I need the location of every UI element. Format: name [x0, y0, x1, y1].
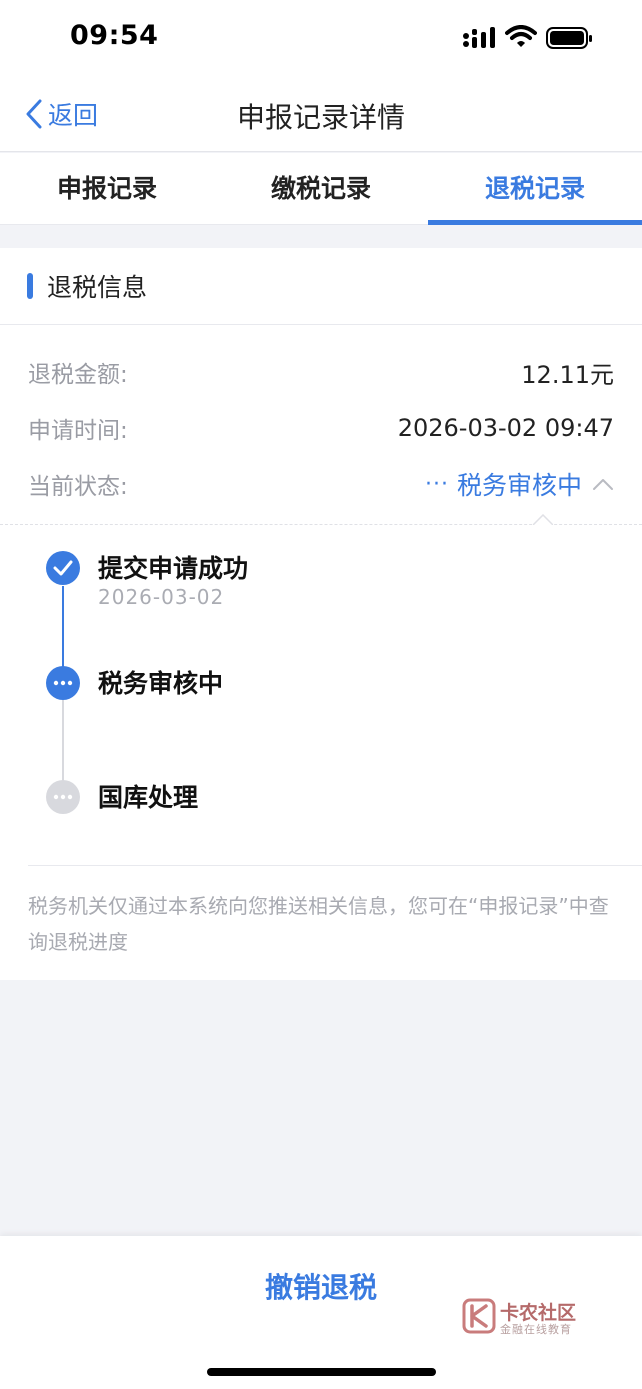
refund-amount-label: 退税金额: — [28, 362, 128, 388]
page-title: 申报记录详情 — [236, 101, 405, 134]
battery-icon — [546, 27, 592, 49]
pending-dots-icon — [46, 780, 80, 814]
refund-amount-row: 退税金额: 12.11元 — [28, 352, 614, 392]
tab-declaration-records[interactable]: 申报记录 — [0, 153, 214, 224]
chevron-up-icon — [593, 479, 613, 490]
watermark-logo-icon — [462, 1298, 496, 1334]
timeline-step-treasury: 国库处理 — [98, 783, 199, 812]
home-indicator — [207, 1368, 436, 1376]
apply-time-value: 2026-03-02 09:47 — [397, 414, 614, 442]
tab-payment-records[interactable]: 缴税记录 — [214, 153, 428, 224]
watermark: 卡农社区 金融在线教育 — [462, 1298, 602, 1338]
timeline-step-submitted: 提交申请成功 — [98, 554, 249, 583]
apply-time-row: 申请时间: 2026-03-02 09:47 — [28, 408, 614, 448]
wifi-icon — [505, 25, 537, 47]
nav-bar: 返回 申报记录详情 — [0, 78, 642, 152]
tab-refund-records[interactable]: 退税记录 — [428, 153, 642, 225]
status-dots: ··· — [425, 471, 449, 497]
refund-info-card: 退税信息 退税金额: 12.11元 申请时间: 2026-03-02 09:47… — [0, 248, 642, 980]
caret-pointer-icon — [533, 514, 553, 525]
current-status-value: 税务审核中 — [456, 471, 582, 500]
watermark-subtitle: 金融在线教育 — [500, 1323, 572, 1336]
current-status-label: 当前状态: — [28, 474, 128, 500]
status-time: 09:54 — [70, 20, 159, 51]
check-icon — [46, 551, 80, 585]
section-title: 退税信息 — [47, 273, 148, 302]
notice-divider — [28, 865, 642, 866]
record-tabs: 申报记录 缴税记录 退税记录 — [0, 153, 642, 225]
refund-amount-value: 12.11元 — [521, 360, 614, 389]
section-accent-bar — [27, 273, 33, 299]
cellular-signal-icon — [463, 27, 495, 48]
status-toggle[interactable]: ··· 税务审核中 — [425, 466, 614, 502]
timeline-step-review: 税务审核中 — [98, 669, 224, 698]
timeline-step-date: 2026-03-02 — [98, 585, 225, 609]
status-bar: 09:54 — [0, 0, 642, 78]
section-header: 退税信息 — [0, 248, 642, 325]
in-progress-dots-icon — [46, 666, 80, 700]
current-status-row: 当前状态: ··· 税务审核中 — [28, 464, 614, 504]
apply-time-label: 申请时间: — [28, 418, 128, 444]
notice-text: 税务机关仅通过本系统向您推送相关信息，您可在“申报记录”中查询退税进度 — [28, 894, 609, 954]
bottom-action-bar: 撤销退税 卡农社区 金融在线教育 — [0, 1236, 642, 1389]
